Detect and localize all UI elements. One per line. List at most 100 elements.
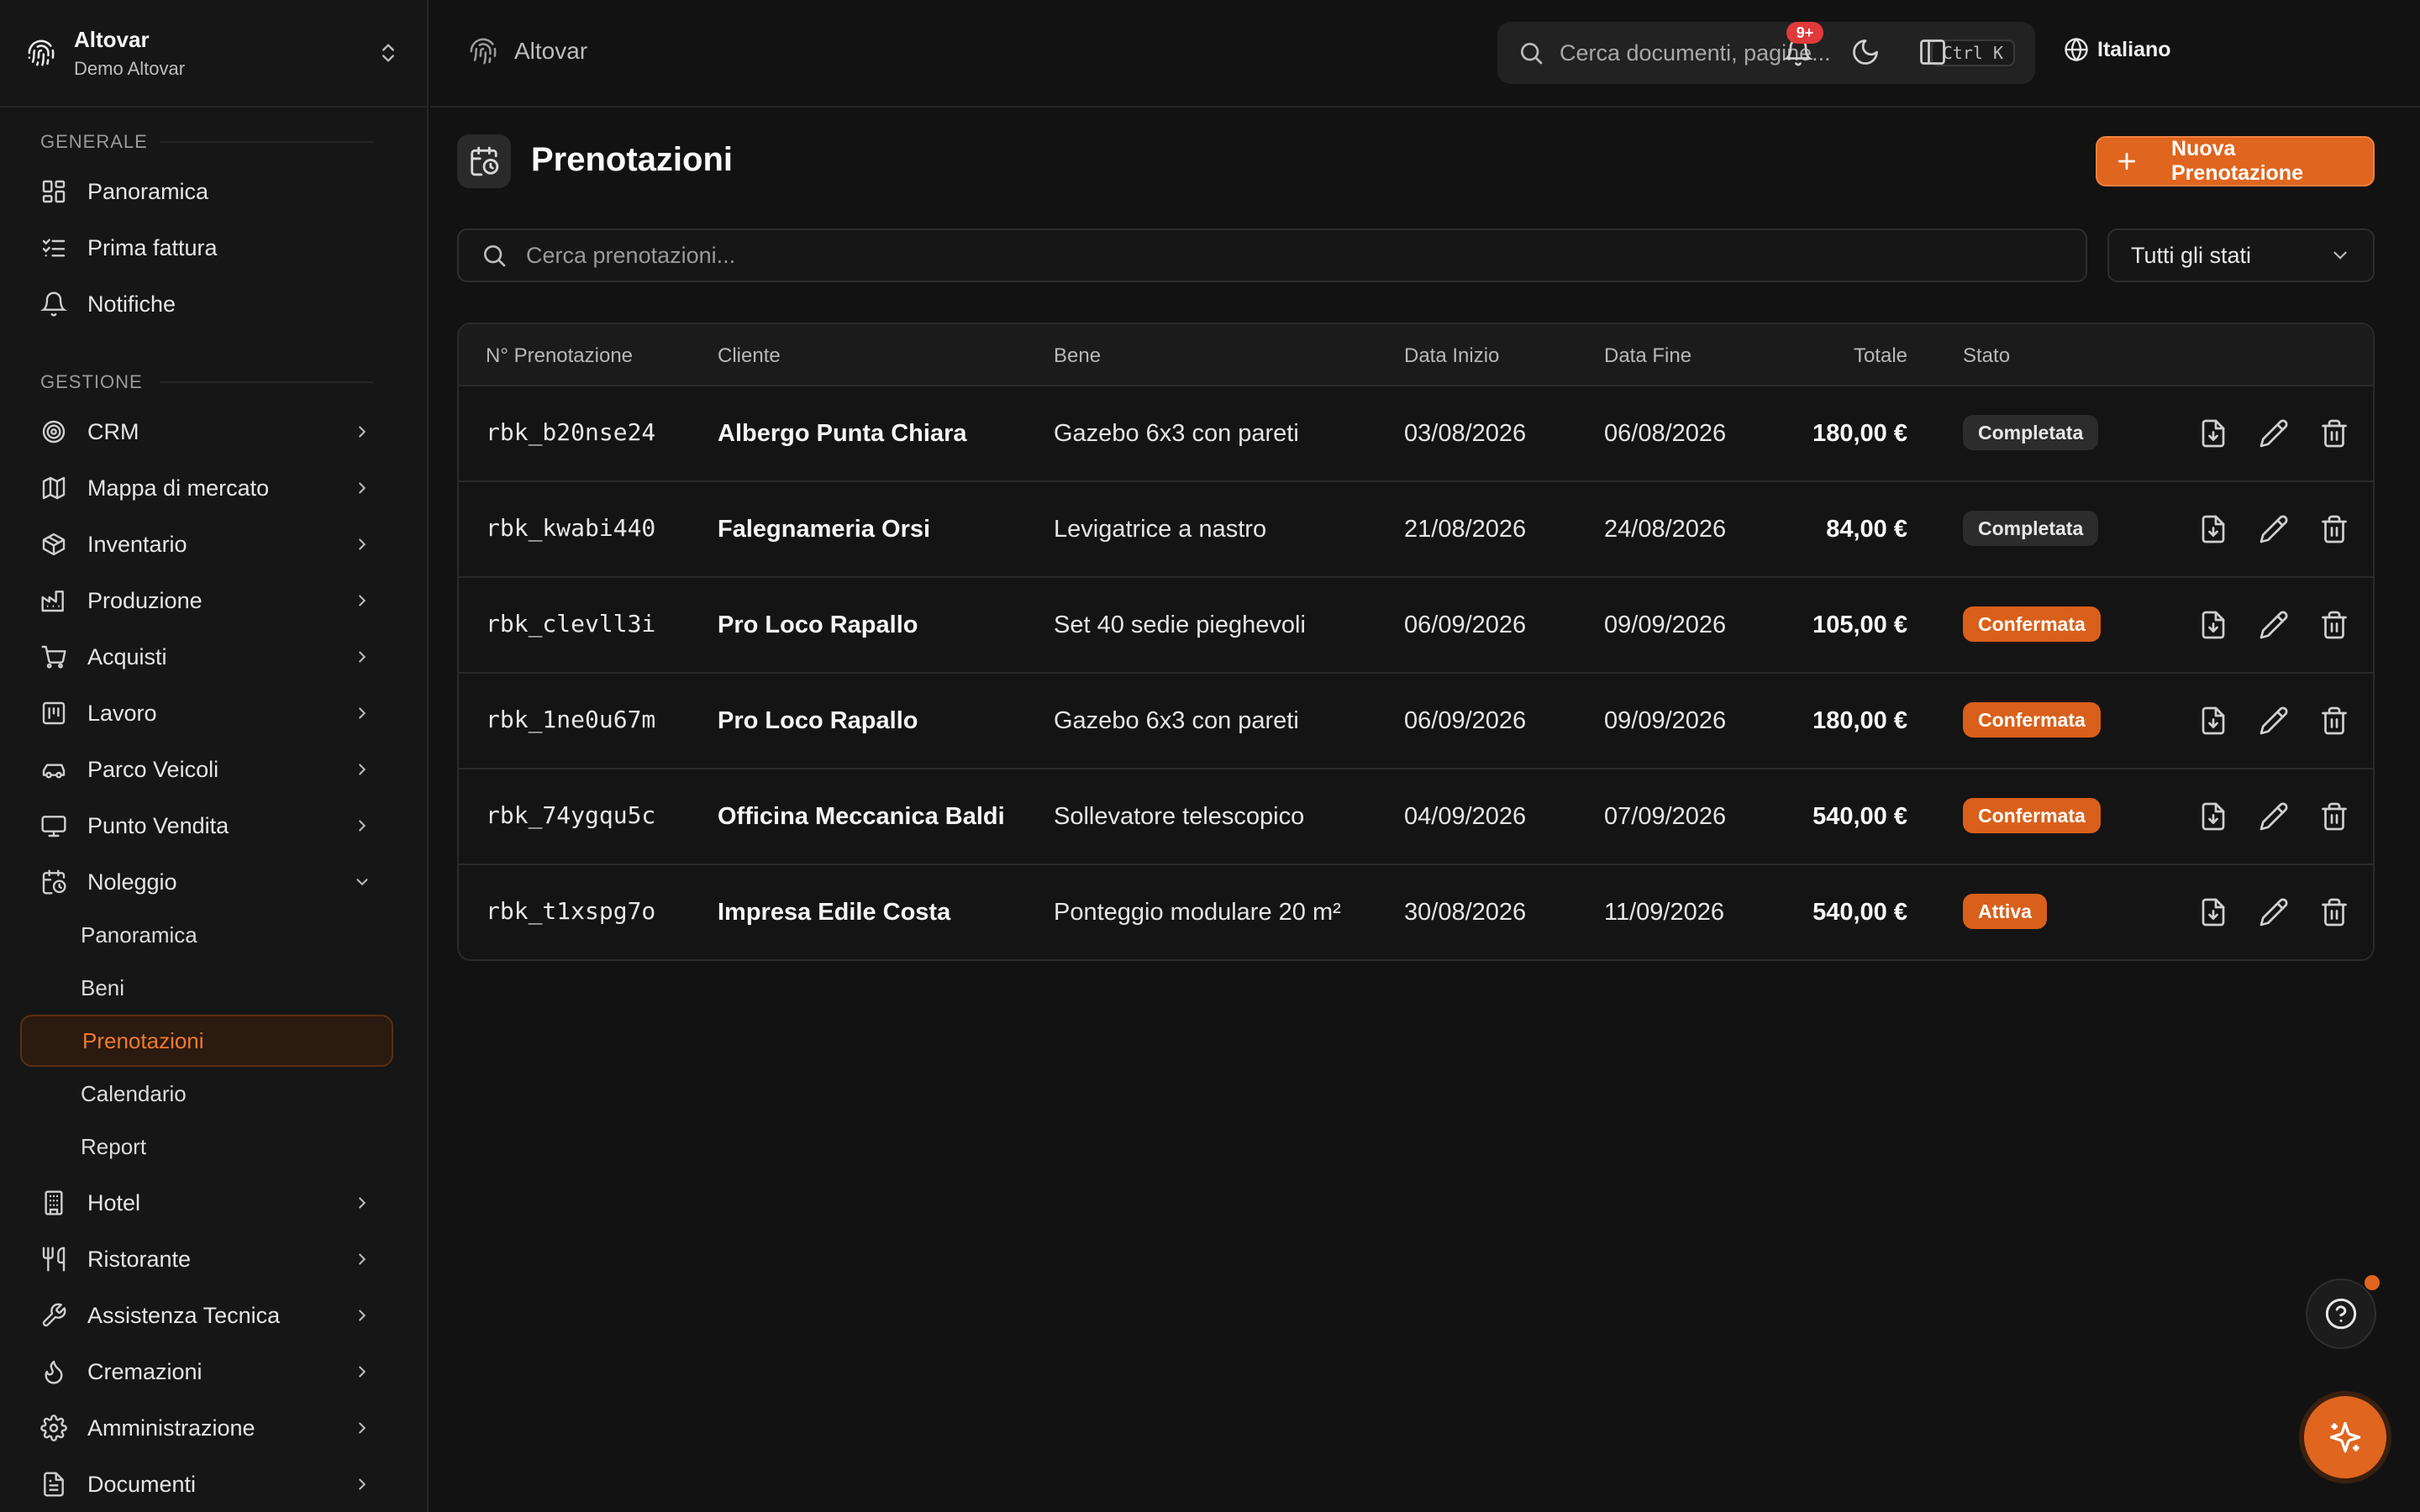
download-document-icon[interactable] [2198, 610, 2228, 640]
dashboard-icon [40, 178, 67, 205]
trash-icon[interactable] [2319, 706, 2349, 736]
edit-pencil-icon[interactable] [2259, 610, 2289, 640]
bell-icon [40, 291, 67, 318]
download-document-icon[interactable] [2198, 801, 2228, 832]
column-header[interactable]: Cliente [718, 344, 781, 368]
map-icon [40, 475, 67, 501]
sidebar-item-hotel[interactable]: Hotel [20, 1178, 392, 1228]
sidebar-subitem-report[interactable]: Report [20, 1121, 393, 1173]
new-booking-button[interactable]: Nuova Prenotazione [2096, 136, 2375, 186]
sidebar-subitem-rental-overview[interactable]: Panoramica [20, 909, 393, 961]
sidebar-item-notifications[interactable]: Notifiche [20, 279, 392, 329]
sidebar-item-label: Parco Veicoli [87, 756, 219, 782]
chevron-right-icon [353, 1475, 371, 1494]
chevron-right-icon [353, 591, 371, 610]
sidebar-item-label: Panoramica [87, 178, 209, 204]
download-document-icon[interactable] [2198, 514, 2228, 544]
client-name: Officina Meccanica Baldi [718, 803, 1005, 830]
status-filter-select[interactable]: Tutti gli stati [2107, 228, 2375, 282]
sidebar: Altovar Demo Altovar GENERALE Panoramica… [0, 0, 429, 1512]
sidebar-item-purchases[interactable]: Acquisti [20, 632, 392, 682]
bookings-table: N° Prenotazione Cliente Bene Data Inizio… [457, 323, 2375, 961]
trash-icon[interactable] [2319, 801, 2349, 832]
edit-pencil-icon[interactable] [2259, 897, 2289, 927]
sidebar-item-administration[interactable]: Amministrazione [20, 1403, 392, 1453]
table-row[interactable]: rbk_kwabi440 Falegnameria Orsi Levigatri… [459, 482, 2373, 578]
edit-pencil-icon[interactable] [2259, 418, 2289, 449]
sidebar-item-label: Noleggio [87, 869, 177, 895]
sidebar-subitem-calendar[interactable]: Calendario [20, 1068, 393, 1120]
booking-code: rbk_kwabi440 [486, 514, 656, 542]
client-name: Impresa Edile Costa [718, 899, 951, 926]
sidebar-item-crm[interactable]: CRM [20, 407, 392, 457]
chevron-right-icon [353, 1362, 371, 1381]
sidebar-item-label: Assistenza Tecnica [87, 1302, 281, 1328]
table-row[interactable]: rbk_1ne0u67m Pro Loco Rapallo Gazebo 6x3… [459, 674, 2373, 769]
trash-icon[interactable] [2319, 418, 2349, 449]
sidebar-item-first-invoice[interactable]: Prima fattura [20, 223, 392, 273]
trash-icon[interactable] [2319, 514, 2349, 544]
sidebar-item-cremations[interactable]: Cremazioni [20, 1347, 392, 1397]
sidebar-item-point-of-sale[interactable]: Punto Vendita [20, 801, 392, 851]
column-header[interactable]: N° Prenotazione [486, 344, 633, 368]
download-document-icon[interactable] [2198, 897, 2228, 927]
total-amount: 180,00 € [1812, 707, 1907, 734]
booking-code: rbk_t1xspg7o [486, 897, 656, 925]
bookings-search-input[interactable] [526, 242, 2064, 269]
sidebar-subitem-assets[interactable]: Beni [20, 962, 393, 1014]
help-indicator-dot [2365, 1275, 2380, 1290]
sidebar-item-production[interactable]: Produzione [20, 575, 392, 626]
table-row[interactable]: rbk_74ygqu5c Officina Meccanica Baldi So… [459, 769, 2373, 865]
column-header[interactable]: Stato [1963, 344, 2010, 368]
chevron-right-icon [353, 1419, 371, 1437]
client-name: Pro Loco Rapallo [718, 707, 918, 734]
sidebar-subitem-bookings[interactable]: Prenotazioni [20, 1015, 393, 1067]
chevrons-up-down-icon [376, 41, 400, 65]
sidebar-item-fleet[interactable]: Parco Veicoli [20, 744, 392, 795]
edit-pencil-icon[interactable] [2259, 514, 2289, 544]
edit-pencil-icon[interactable] [2259, 801, 2289, 832]
sidebar-item-work[interactable]: Lavoro [20, 688, 392, 738]
sidebar-item-rental[interactable]: Noleggio [20, 857, 392, 907]
bookings-search[interactable] [457, 228, 2087, 282]
section-label-management: GESTIONE [40, 371, 143, 392]
trash-icon[interactable] [2319, 897, 2349, 927]
breadcrumb[interactable]: Altovar [469, 37, 587, 66]
sidebar-item-market-map[interactable]: Mappa di mercato [20, 463, 392, 513]
column-header[interactable]: Data Inizio [1404, 344, 1499, 368]
global-search[interactable]: Cerca documenti, pagine... Ctrl K [1497, 22, 2035, 84]
chevron-right-icon [353, 648, 371, 666]
rental-item: Gazebo 6x3 con pareti [1054, 420, 1299, 447]
booking-code: rbk_1ne0u67m [486, 706, 656, 733]
sidebar-item-inventory[interactable]: Inventario [20, 519, 392, 570]
sidebar-item-technical-support[interactable]: Assistenza Tecnica [20, 1290, 392, 1341]
table-row[interactable]: rbk_t1xspg7o Impresa Edile Costa Pontegg… [459, 865, 2373, 959]
chevron-right-icon [353, 1306, 371, 1325]
sidebar-item-overview[interactable]: Panoramica [20, 166, 392, 217]
chevron-right-icon [353, 479, 371, 497]
help-button[interactable] [2306, 1278, 2376, 1349]
sidebar-item-restaurant[interactable]: Ristorante [20, 1234, 392, 1284]
download-document-icon[interactable] [2198, 418, 2228, 449]
theme-toggle-moon-icon[interactable] [1850, 37, 1881, 67]
table-row[interactable]: rbk_clevll3i Pro Loco Rapallo Set 40 sed… [459, 578, 2373, 674]
edit-pencil-icon[interactable] [2259, 706, 2289, 736]
checklist-icon [40, 234, 67, 261]
org-switcher[interactable]: Altovar Demo Altovar [0, 0, 427, 108]
panel-toggle-icon[interactable] [1918, 37, 1948, 67]
sidebar-item-documents[interactable]: Documenti [20, 1459, 392, 1509]
start-date: 03/08/2026 [1404, 420, 1527, 447]
table-row[interactable]: rbk_b20nse24 Albergo Punta Chiara Gazebo… [459, 386, 2373, 482]
column-header[interactable]: Data Fine [1604, 344, 1691, 368]
status-badge: Confermata [1963, 606, 2101, 642]
column-header[interactable]: Bene [1054, 344, 1101, 368]
ai-assistant-button[interactable] [2304, 1396, 2386, 1478]
trash-icon[interactable] [2319, 610, 2349, 640]
chevron-right-icon [353, 760, 371, 779]
download-document-icon[interactable] [2198, 706, 2228, 736]
column-header[interactable]: Totale [1854, 344, 1907, 368]
fingerprint-logo-icon [27, 39, 55, 67]
start-date: 06/09/2026 [1404, 612, 1527, 638]
end-date: 11/09/2026 [1604, 899, 1724, 926]
language-switcher[interactable]: Italiano [2064, 37, 2171, 62]
